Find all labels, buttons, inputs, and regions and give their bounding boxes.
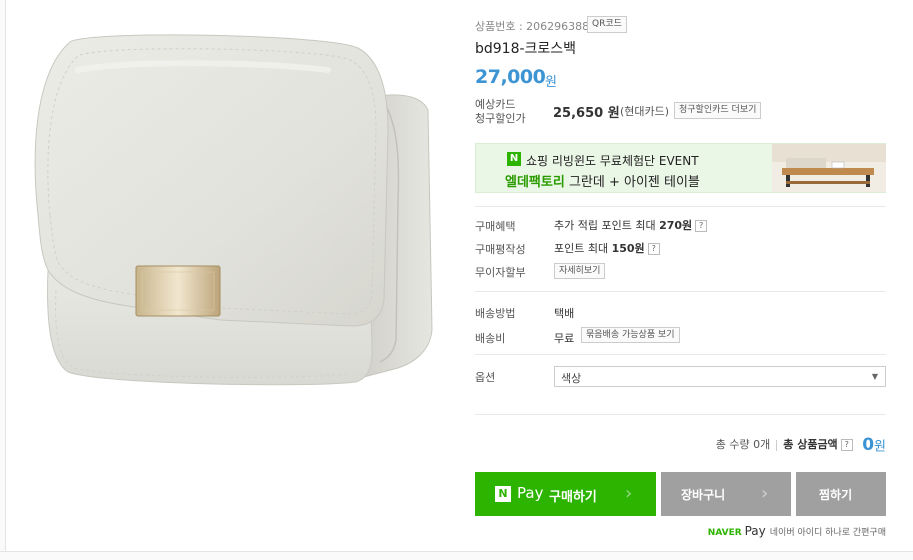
product-image[interactable] — [8, 0, 456, 548]
event-banner[interactable]: N 쇼핑 리빙윈도 무료체험단 EVENT 엘데팩토리 그란데 + 아이젠 테이… — [475, 143, 886, 193]
buy-button-label: 구매하기 — [549, 490, 597, 505]
product-title: bd918-크로스백 — [475, 41, 577, 57]
option-select-value: 색상 — [561, 372, 582, 385]
help-icon[interactable]: ? — [695, 220, 708, 232]
purchase-benefit-amount: 270원 — [659, 219, 693, 232]
pay-wordmark: Pay — [517, 484, 544, 502]
chevron-right-icon: › — [625, 483, 633, 504]
card-discount-price: 25,650 원 — [553, 106, 620, 121]
shipping-fee-label: 배송비 — [475, 332, 506, 345]
help-icon[interactable]: ? — [647, 243, 660, 255]
price-unit: 원 — [545, 75, 557, 90]
divider — [475, 354, 886, 355]
add-to-cart-button[interactable]: 장바구니 › — [661, 472, 791, 516]
option-label: 옵션 — [475, 371, 496, 384]
total-amount-label: 총 상품금액 — [783, 438, 838, 451]
separator — [776, 439, 778, 451]
divider — [475, 414, 886, 415]
banner-table-image — [772, 144, 886, 192]
page-frame-bottom — [0, 551, 913, 560]
card-name: (현대카드) — [620, 105, 670, 118]
naver-n-icon: N — [495, 486, 511, 502]
review-point-label: 구매평작성 — [475, 243, 526, 256]
divider — [475, 206, 886, 207]
product-number: 상품번호 : 2062963882 — [475, 20, 597, 33]
purchase-benefit-text: 추가 적립 포인트 최대 — [554, 219, 660, 232]
card-discount-label-line2: 청구할인가 — [475, 112, 526, 125]
banner-product: 그란데 + 아이젠 테이블 — [564, 175, 700, 190]
banner-brand: 엘데팩토리 — [505, 175, 565, 190]
purchase-benefit-label: 구매혜택 — [475, 220, 516, 233]
chevron-right-icon: › — [761, 483, 769, 504]
naver-n-icon: N — [507, 152, 521, 166]
divider — [475, 291, 886, 292]
review-point-value: 포인트 최대 150원? — [554, 240, 660, 256]
chevron-down-icon: ▼ — [871, 372, 878, 381]
review-point-text: 포인트 최대 — [554, 242, 612, 255]
product-price: 27,000 — [475, 66, 546, 88]
purchase-benefit-value: 추가 적립 포인트 최대 270원? — [554, 217, 708, 233]
help-icon[interactable]: ? — [840, 439, 853, 451]
wishlist-button-label: 찜하기 — [819, 488, 853, 502]
naver-pay-notice: NAVER Pay 네이버 아이디 하나로 간편구매 — [475, 524, 886, 538]
shipping-method-value: 택배 — [554, 307, 575, 320]
cart-button-label: 장바구니 — [681, 488, 726, 502]
page-frame-left — [0, 0, 6, 560]
naver-pay-note: 네이버 아이디 하나로 간편구매 — [769, 528, 886, 538]
wishlist-button[interactable]: 찜하기 — [796, 472, 886, 516]
crossbody-bag-illustration — [34, 34, 433, 386]
shipping-method-label: 배송방법 — [475, 307, 516, 320]
bundle-shipping-button[interactable]: 묶음배송 가능상품 보기 — [581, 327, 680, 343]
order-total: 총 수량 0개 총 상품금액? 0원 — [475, 435, 886, 455]
option-select[interactable]: 색상 ▼ — [554, 366, 886, 387]
card-discount-label: 예상카드 청구할인가 — [475, 98, 526, 126]
product-info-panel: 상품번호 : 2062963882 QR코드 bd918-크로스백 27,000… — [475, 0, 887, 548]
pay-logo: Pay — [744, 524, 766, 538]
total-quantity: 총 수량 0개 — [715, 438, 771, 451]
shipping-fee-value: 무료 — [554, 332, 575, 345]
installment-details-button[interactable]: 자세히보기 — [554, 263, 606, 279]
total-amount: 0 — [862, 435, 875, 455]
card-discount-label-line1: 예상카드 — [475, 98, 516, 111]
review-point-amount: 150원 — [611, 242, 645, 255]
banner-headline: 쇼핑 리빙윈도 무료체험단 EVENT — [526, 154, 699, 168]
installment-label: 무이자할부 — [475, 266, 526, 279]
naver-logo: NAVER — [707, 528, 742, 538]
total-amount-unit: 원 — [874, 439, 886, 455]
more-discount-cards-button[interactable]: 청구할인카드 더보기 — [674, 102, 762, 119]
naver-pay-buy-button[interactable]: N Pay 구매하기 › — [475, 472, 656, 516]
qr-code-button[interactable]: QR코드 — [587, 16, 627, 33]
banner-subline: 엘데팩토리 그란데 + 아이젠 테이블 — [505, 171, 700, 190]
